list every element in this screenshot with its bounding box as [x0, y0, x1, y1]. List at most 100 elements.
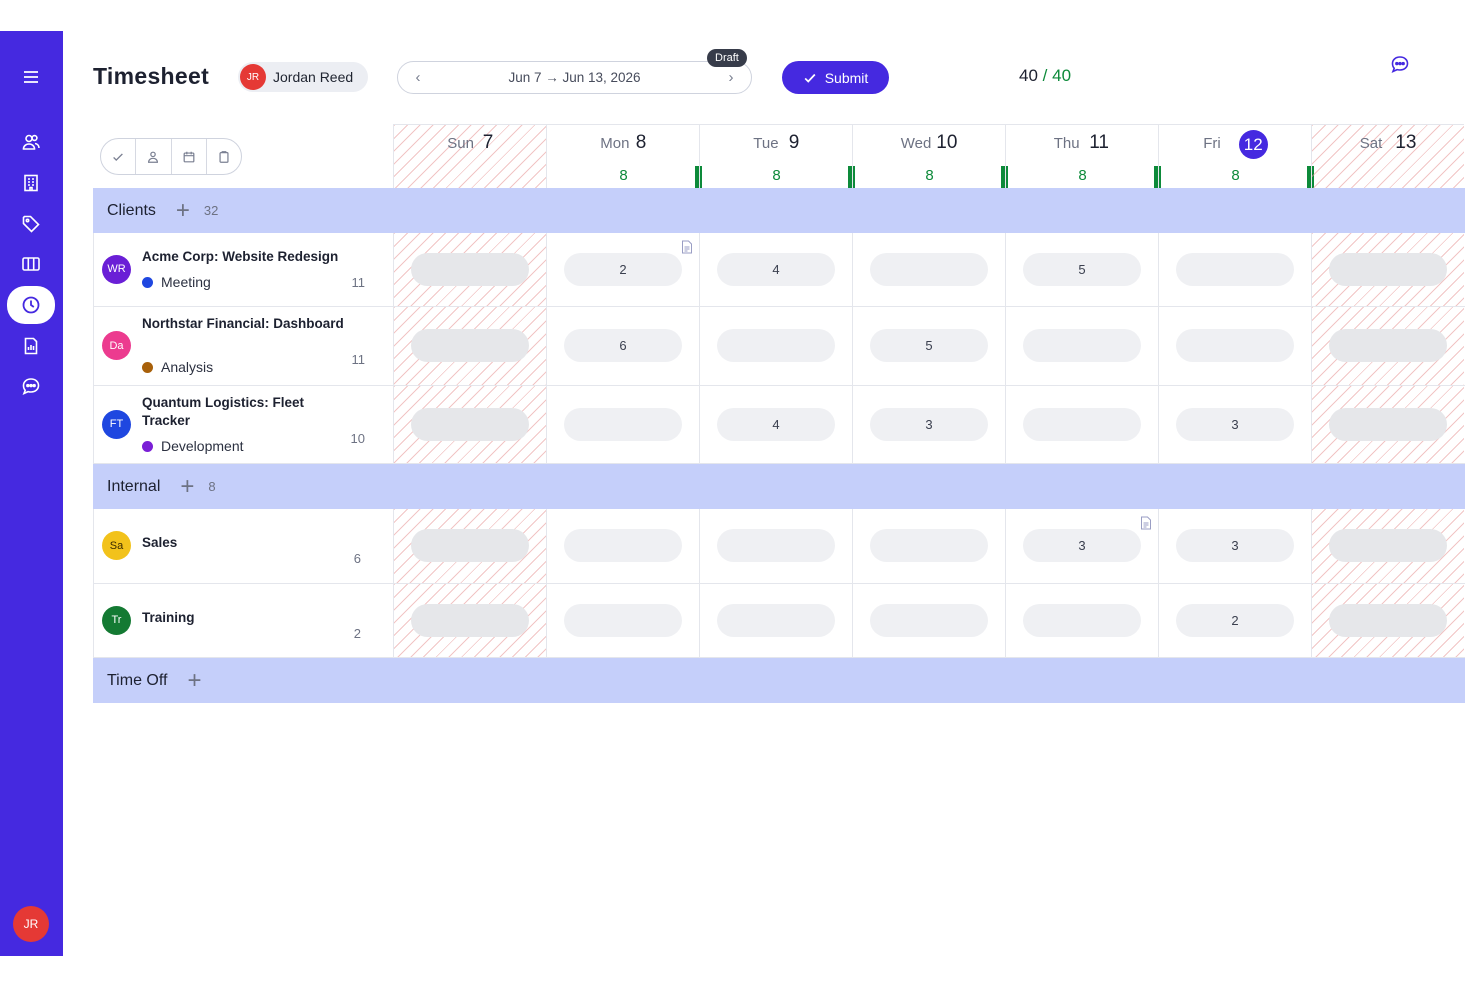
- note-icon[interactable]: [1140, 516, 1152, 530]
- hours-input[interactable]: [1329, 329, 1447, 362]
- hours-input[interactable]: 3: [1023, 529, 1141, 562]
- hours-input[interactable]: [1023, 407, 1141, 441]
- approve-filter-button[interactable]: [101, 139, 137, 174]
- hours-input[interactable]: [411, 529, 529, 562]
- day-name: Sat: [1359, 135, 1383, 152]
- row-label[interactable]: Tr Training 2: [93, 584, 393, 657]
- today-badge: 12: [1238, 130, 1268, 159]
- table-row: FT Quantum Logistics: Fleet Tracker Develo…: [93, 386, 1465, 464]
- tag-label: Development: [161, 438, 244, 454]
- time-cell: [393, 307, 546, 385]
- row-name: Acme Corp: Website Redesign: [142, 249, 339, 264]
- note-icon[interactable]: [681, 240, 693, 254]
- time-cell: [393, 386, 546, 463]
- user-name: Jordan Reed: [273, 69, 354, 85]
- time-cell: [1311, 584, 1464, 657]
- hours-input[interactable]: [1176, 329, 1294, 362]
- hours-input[interactable]: [1176, 252, 1294, 286]
- hours-input[interactable]: [1329, 603, 1447, 637]
- hours-input[interactable]: [717, 529, 835, 562]
- row-avatar: FT: [102, 409, 131, 439]
- building-icon[interactable]: [7, 165, 55, 201]
- row-name: Sales: [142, 535, 178, 550]
- clipboard-filter-button[interactable]: [207, 139, 241, 174]
- report-icon[interactable]: [7, 328, 55, 364]
- hours-input[interactable]: [564, 603, 682, 637]
- add-icon[interactable]: +: [176, 198, 190, 223]
- hours-input[interactable]: [411, 252, 529, 286]
- chevron-left-icon[interactable]: ‹: [410, 69, 426, 86]
- day-number: 13: [1395, 132, 1417, 153]
- hours-input[interactable]: [564, 529, 682, 562]
- table-row: WR Acme Corp: Website Redesign Meeting 11 2 4…: [93, 233, 1465, 307]
- clock-icon[interactable]: [7, 286, 55, 324]
- hours-input[interactable]: [870, 529, 988, 562]
- calendar-filter-button[interactable]: [172, 139, 207, 174]
- check-icon: [113, 152, 123, 161]
- hours-input[interactable]: 3: [870, 407, 988, 441]
- day-name: Mon: [600, 135, 630, 152]
- hours-input[interactable]: [1023, 329, 1141, 362]
- hours-input[interactable]: 3: [1176, 407, 1294, 441]
- row-name: Northstar Financial: Dashboard: [142, 316, 344, 331]
- profile-avatar[interactable]: JR: [13, 906, 49, 942]
- sidebar: JR: [0, 31, 63, 956]
- hours-input[interactable]: [870, 603, 988, 637]
- hours-input[interactable]: [1329, 529, 1447, 562]
- add-icon[interactable]: +: [187, 668, 201, 693]
- user-selector[interactable]: JR Jordan Reed: [238, 62, 368, 92]
- row-label[interactable]: Da Northstar Financial: Dashboard Analysis…: [93, 307, 393, 385]
- hours-input[interactable]: 5: [870, 329, 988, 362]
- submit-button[interactable]: Submit: [782, 61, 889, 94]
- hours-input[interactable]: [411, 329, 529, 362]
- time-cell: [852, 584, 1005, 657]
- tag-color-dot: [142, 440, 153, 452]
- hours-input[interactable]: [564, 407, 682, 441]
- row-label[interactable]: FT Quantum Logistics: Fleet Tracker Develo…: [93, 386, 393, 463]
- day-header-sun: Sun 7: [393, 124, 546, 188]
- hours-input[interactable]: [717, 603, 835, 637]
- time-cell: [393, 584, 546, 657]
- columns-icon[interactable]: [7, 246, 55, 282]
- hours-input[interactable]: 4: [717, 252, 835, 286]
- hours-input[interactable]: [411, 603, 529, 637]
- people-icon[interactable]: [7, 124, 55, 160]
- hours-input[interactable]: [1329, 407, 1447, 441]
- time-cell: [1005, 386, 1158, 463]
- time-cell: [393, 509, 546, 583]
- chat-icon[interactable]: [7, 368, 55, 404]
- day-header-thu: Thu 11 8: [1005, 124, 1161, 188]
- hours-input[interactable]: 6: [564, 329, 682, 362]
- row-avatar: Tr: [102, 605, 131, 635]
- hours-total: 40 / 40: [1019, 66, 1071, 86]
- menu-icon[interactable]: [7, 59, 55, 95]
- hours-input[interactable]: 4: [717, 407, 835, 441]
- page-title: Timesheet: [93, 63, 210, 89]
- hours-input[interactable]: [717, 329, 835, 362]
- section-title: Clients: [107, 201, 156, 219]
- hours-input[interactable]: [870, 252, 988, 286]
- hours-input[interactable]: [1023, 603, 1141, 637]
- section-internal: Internal +8: [93, 464, 1465, 509]
- hours-input[interactable]: [411, 407, 529, 441]
- date-range-selector[interactable]: ‹ Jun 7 → Jun 13, 2026 ›: [397, 61, 752, 94]
- time-cell: 3: [852, 386, 1005, 463]
- hours-input[interactable]: [1329, 252, 1447, 286]
- comments-icon[interactable]: [1390, 54, 1410, 74]
- date-range-label: Jun 7 → Jun 13, 2026: [508, 70, 641, 85]
- people-icon: [148, 151, 159, 163]
- row-label[interactable]: WR Acme Corp: Website Redesign Meeting 11: [93, 233, 393, 306]
- hours-input[interactable]: 2: [564, 252, 682, 286]
- hours-input[interactable]: 5: [1023, 252, 1141, 286]
- time-cell: [852, 509, 1005, 583]
- time-cell: [852, 233, 1005, 306]
- row-tag: Analysis: [142, 359, 213, 375]
- people-filter-button[interactable]: [136, 139, 172, 174]
- hours-target: 40: [1052, 66, 1072, 85]
- hours-input[interactable]: 2: [1176, 603, 1294, 637]
- hours-input[interactable]: 3: [1176, 529, 1294, 562]
- tag-icon[interactable]: [7, 206, 55, 242]
- row-label[interactable]: Sa Sales 6: [93, 509, 393, 583]
- chevron-right-icon[interactable]: ›: [723, 69, 739, 86]
- add-icon[interactable]: +: [180, 474, 194, 499]
